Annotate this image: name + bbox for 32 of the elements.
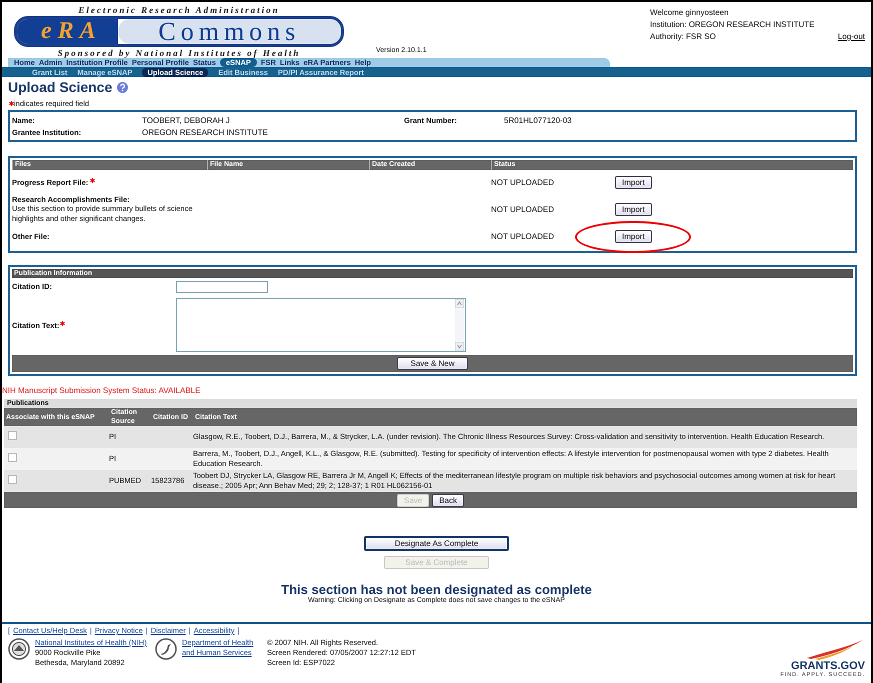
required-asterisk-icon — [9, 101, 14, 106]
import-button[interactable]: Import — [615, 176, 652, 189]
authority-text: Authority: FSR SO — [650, 31, 716, 43]
institution-text: Institution: OREGON RESEARCH INSTITUTE — [650, 19, 816, 31]
status-text: NOT UPLOADED — [491, 232, 555, 241]
scroll-up-icon — [455, 299, 464, 308]
scroll-down-icon — [455, 342, 464, 351]
page-title: Upload Science — [8, 79, 112, 95]
status-text: NOT UPLOADED — [491, 205, 555, 214]
citation-text-field[interactable] — [176, 298, 466, 352]
checkbox[interactable] — [8, 475, 17, 484]
seal-icon — [8, 638, 30, 660]
welcome-text: Welcome ginnyosteen — [650, 7, 730, 19]
import-button[interactable]: Import — [615, 230, 652, 243]
status-heading: This section has not been designated as complete — [281, 582, 592, 597]
citation-id-field[interactable] — [176, 280, 268, 292]
checkbox[interactable] — [8, 453, 17, 462]
checkbox[interactable] — [8, 431, 17, 440]
logout-link[interactable]: Log-out — [838, 31, 865, 43]
field-value: 5R01HL077120-03 — [504, 116, 573, 124]
designate-complete-button[interactable]: Designate As Complete — [364, 536, 509, 551]
back-button[interactable]: Back — [432, 494, 464, 506]
grants-gov-logo-text: GRANTS.GOV — [791, 660, 865, 672]
help-icon — [117, 82, 128, 92]
required-asterisk-icon — [60, 320, 66, 326]
era-commons-logo: Electronic Research Administration eRA Commons Sponsored by National Institutes of Health — [14, 5, 344, 58]
field-value: TOOBERT, DEBORAH J — [142, 116, 231, 124]
import-button[interactable]: Import — [615, 203, 652, 216]
field-value: OREGON RESEARCH INSTITUTE — [142, 128, 269, 136]
save-new-button[interactable]: Save & New — [397, 357, 468, 370]
system-status-text: NIH Manuscript Submission System Status: AVAILABLE — [2, 386, 202, 395]
status-text: NOT UPLOADED — [491, 178, 555, 187]
